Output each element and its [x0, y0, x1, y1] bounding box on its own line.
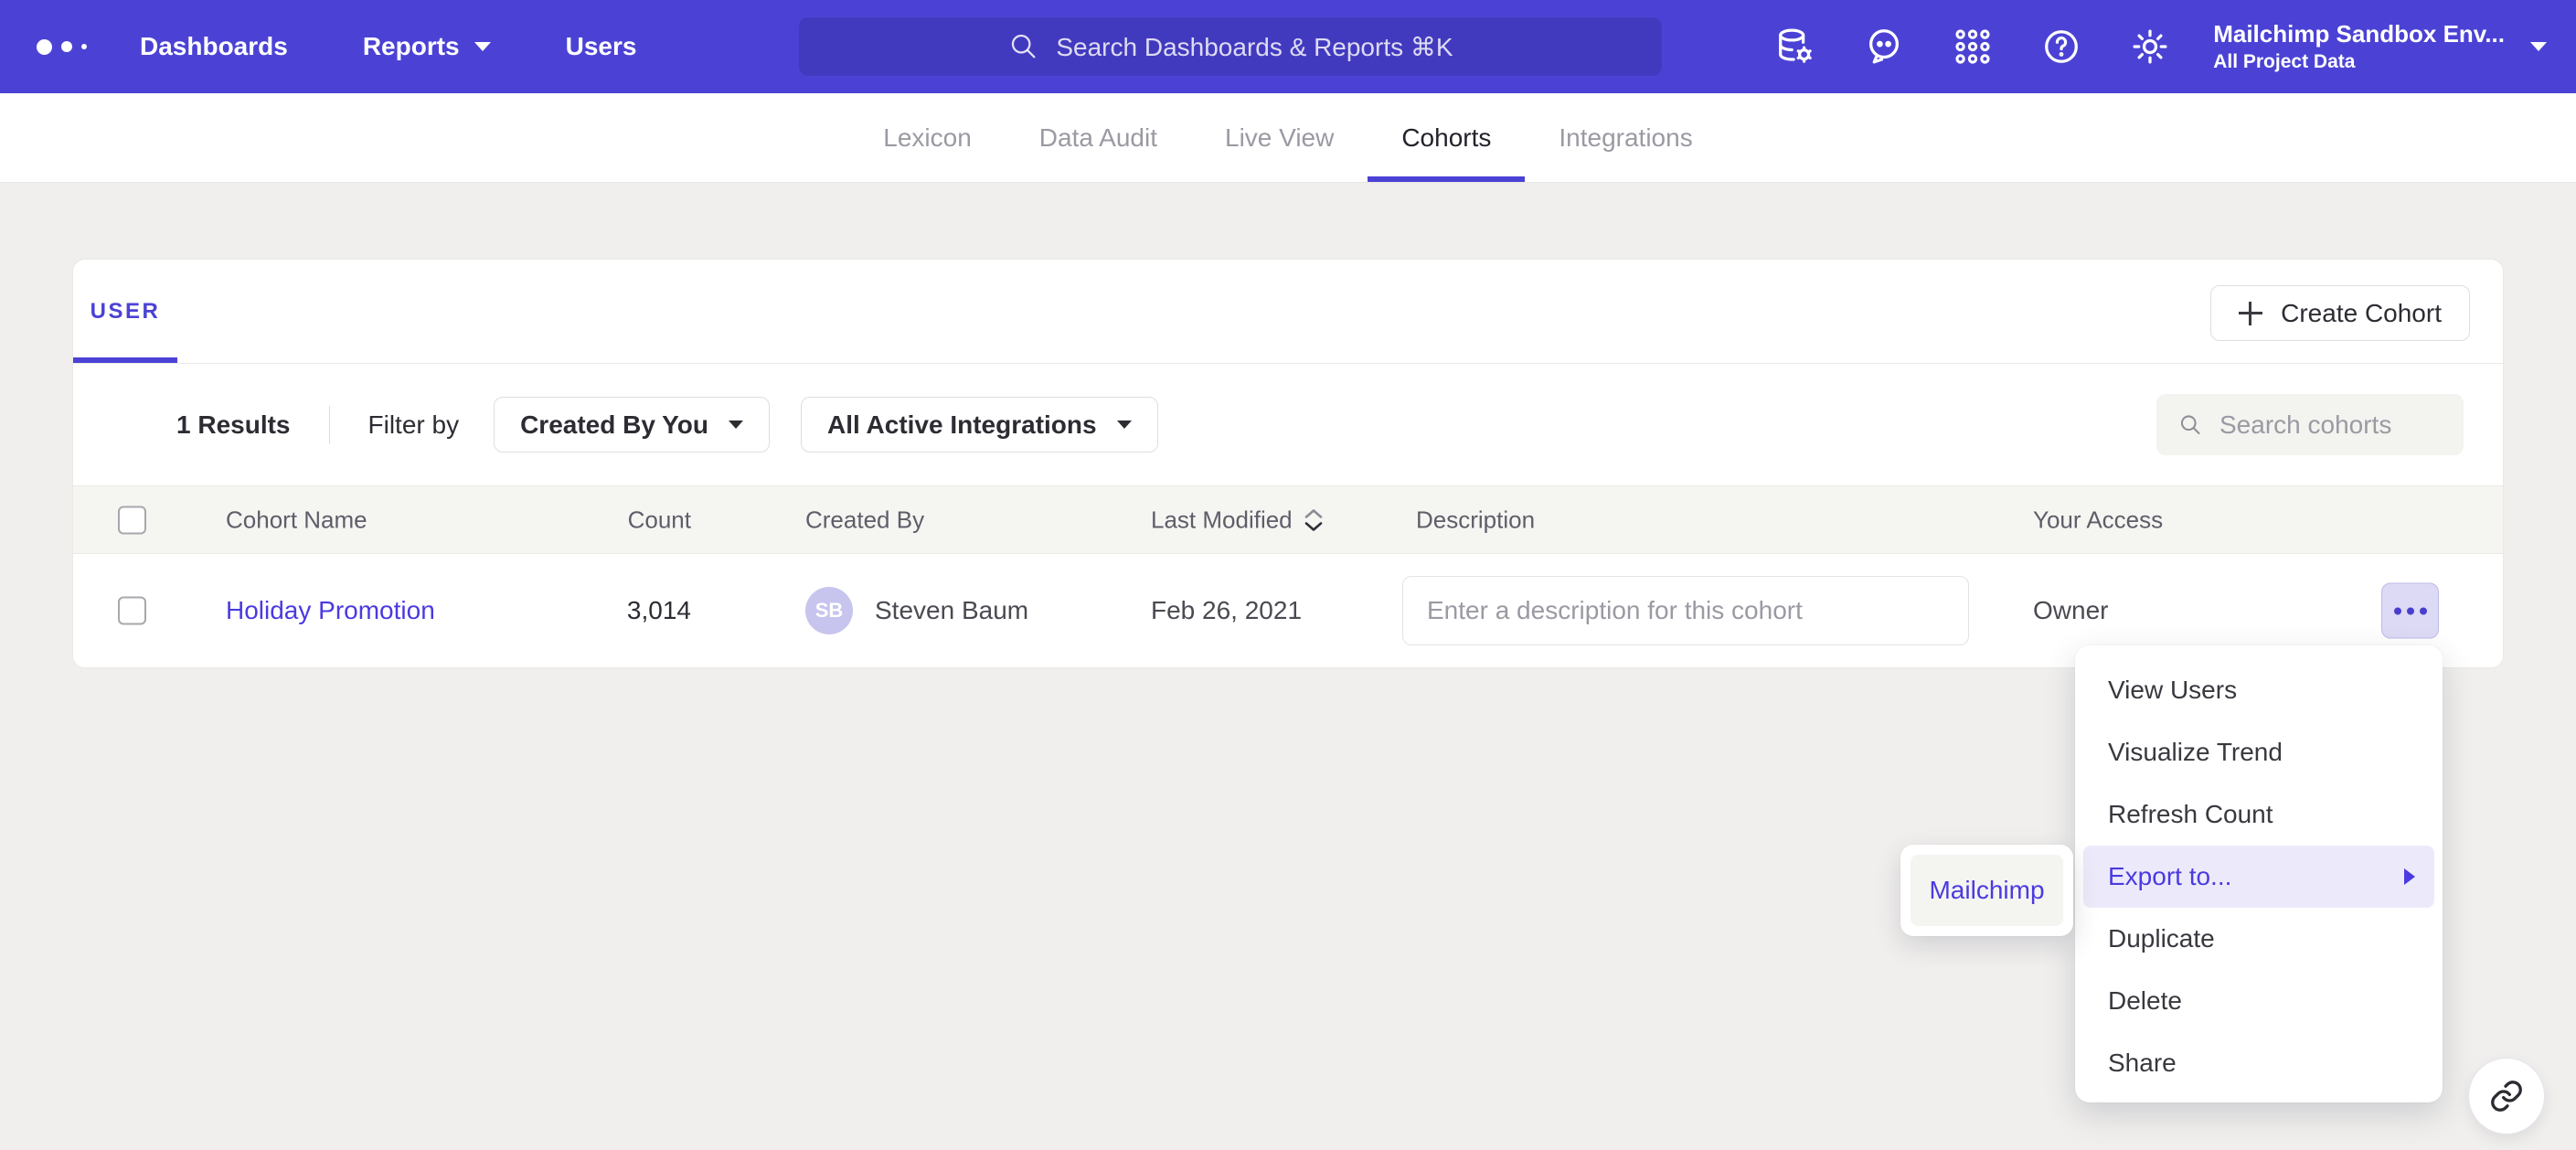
data-management-subnav: Lexicon Data Audit Live View Cohorts Int…: [0, 93, 2576, 183]
sort-icon: [1304, 507, 1324, 532]
nav-dashboards-label: Dashboards: [140, 32, 288, 61]
feedback-icon[interactable]: [1863, 26, 1905, 68]
avatar: SB: [805, 587, 853, 634]
col-count[interactable]: Count: [512, 506, 691, 534]
cohort-type-tabs: USER Create Cohort: [73, 260, 2503, 364]
description-input[interactable]: [1402, 576, 1969, 645]
menu-item-view-users[interactable]: View Users: [2075, 659, 2443, 721]
menu-item-label: View Users: [2108, 676, 2237, 705]
tab-user-label: USER: [90, 299, 161, 325]
last-modified-date: Feb 26, 2021: [1151, 596, 1302, 625]
menu-item-label: Refresh Count: [2108, 800, 2273, 829]
tab-cohorts-label: Cohorts: [1401, 123, 1491, 153]
topnav-icon-group: [1774, 26, 2171, 68]
submenu-item-mailchimp[interactable]: Mailchimp: [1911, 855, 2063, 926]
tab-data-audit-label: Data Audit: [1039, 123, 1157, 153]
tab-lexicon[interactable]: Lexicon: [849, 93, 1006, 182]
project-scope: All Project Data: [2213, 51, 2505, 73]
search-icon: [1008, 31, 1039, 62]
select-all-checkbox[interactable]: [118, 506, 146, 534]
col-description: Description: [1416, 506, 1535, 534]
row-actions-menu-button[interactable]: [2381, 583, 2439, 639]
ellipsis-icon: [2394, 607, 2401, 614]
menu-item-label: Export to...: [2108, 862, 2231, 891]
create-cohort-label: Create Cohort: [2281, 299, 2442, 328]
project-chevron-down-icon[interactable]: [2530, 42, 2547, 51]
nav-reports[interactable]: Reports: [363, 32, 491, 61]
project-switcher[interactable]: Mailchimp Sandbox Env... All Project Dat…: [2213, 20, 2505, 73]
nav-users[interactable]: Users: [566, 32, 637, 61]
divider: [329, 406, 330, 444]
data-management-icon[interactable]: [1774, 26, 1816, 68]
tab-cohorts[interactable]: Cohorts: [1368, 93, 1525, 182]
menu-item-label: Duplicate: [2108, 924, 2215, 953]
plus-icon: [2239, 302, 2262, 325]
tab-integrations[interactable]: Integrations: [1525, 93, 1726, 182]
integrations-filter-value: All Active Integrations: [827, 410, 1097, 440]
cohort-count: 3,014: [512, 596, 691, 625]
apps-grid-icon[interactable]: [1952, 26, 1994, 68]
access-value: Owner: [2033, 596, 2108, 625]
col-last-modified-label: Last Modified: [1151, 506, 1293, 534]
chevron-down-icon: [729, 421, 743, 429]
mixpanel-logo[interactable]: [37, 39, 87, 55]
tab-live-view-label: Live View: [1225, 123, 1334, 153]
menu-item-duplicate[interactable]: Duplicate: [2075, 908, 2443, 970]
col-last-modified[interactable]: Last Modified: [1151, 506, 1324, 534]
tab-user-cohorts[interactable]: USER: [73, 260, 177, 363]
cohorts-card: USER Create Cohort 1 Results Filter by C…: [72, 259, 2504, 668]
cohort-name-link[interactable]: Holiday Promotion: [226, 596, 435, 625]
global-search-bar[interactable]: Search Dashboards & Reports ⌘K: [799, 17, 1662, 76]
menu-item-visualize-trend[interactable]: Visualize Trend: [2075, 721, 2443, 783]
col-created-by[interactable]: Created By: [805, 506, 924, 534]
table-header: Cohort Name Count Created By Last Modifi…: [73, 485, 2503, 554]
search-cohorts-box: [2156, 394, 2464, 455]
tab-live-view[interactable]: Live View: [1191, 93, 1368, 182]
integrations-filter-dropdown[interactable]: All Active Integrations: [801, 397, 1158, 453]
export-submenu: Mailchimp: [1900, 845, 2073, 936]
filter-by-label: Filter by: [368, 410, 460, 440]
link-icon: [2488, 1078, 2525, 1114]
tab-data-audit[interactable]: Data Audit: [1006, 93, 1191, 182]
submenu-item-label: Mailchimp: [1929, 876, 2044, 905]
menu-item-share[interactable]: Share: [2075, 1032, 2443, 1094]
global-search-placeholder: Search Dashboards & Reports ⌘K: [1056, 32, 1453, 62]
created-by-filter-dropdown[interactable]: Created By You: [494, 397, 770, 453]
chevron-down-icon: [474, 42, 491, 51]
col-cohort-name[interactable]: Cohort Name: [226, 506, 367, 534]
settings-icon[interactable]: [2129, 26, 2171, 68]
col-your-access: Your Access: [2033, 506, 2163, 534]
menu-item-refresh-count[interactable]: Refresh Count: [2075, 783, 2443, 846]
menu-item-label: Delete: [2108, 986, 2182, 1016]
created-by-filter-value: Created By You: [520, 410, 708, 440]
row-actions-context-menu: View Users Visualize Trend Refresh Count…: [2075, 645, 2443, 1102]
nav-dashboards[interactable]: Dashboards: [140, 32, 288, 61]
create-cohort-button[interactable]: Create Cohort: [2210, 285, 2470, 341]
filter-toolbar: 1 Results Filter by Created By You All A…: [73, 364, 2503, 485]
creator-name: Steven Baum: [875, 596, 1028, 625]
search-icon: [2178, 410, 2203, 440]
menu-item-label: Share: [2108, 1049, 2177, 1078]
top-navbar: Dashboards Reports Users Search Dashboar…: [0, 0, 2576, 93]
project-name: Mailchimp Sandbox Env...: [2213, 20, 2505, 48]
cohort-creator: SB Steven Baum: [805, 587, 1028, 634]
menu-item-delete[interactable]: Delete: [2075, 970, 2443, 1032]
nav-reports-label: Reports: [363, 32, 460, 61]
cohorts-page: USER Create Cohort 1 Results Filter by C…: [0, 183, 2576, 1150]
menu-item-export-to[interactable]: Export to...: [2083, 846, 2434, 908]
tab-lexicon-label: Lexicon: [883, 123, 972, 153]
tab-integrations-label: Integrations: [1559, 123, 1692, 153]
chevron-down-icon: [1117, 421, 1132, 429]
nav-users-label: Users: [566, 32, 637, 61]
help-icon[interactable]: [2040, 26, 2082, 68]
row-checkbox[interactable]: [118, 597, 146, 625]
search-cohorts-input[interactable]: [2219, 410, 2442, 440]
submenu-arrow-icon: [2404, 868, 2415, 885]
results-count: 1 Results: [176, 410, 291, 440]
copy-link-button[interactable]: [2468, 1058, 2545, 1134]
menu-item-label: Visualize Trend: [2108, 738, 2283, 767]
